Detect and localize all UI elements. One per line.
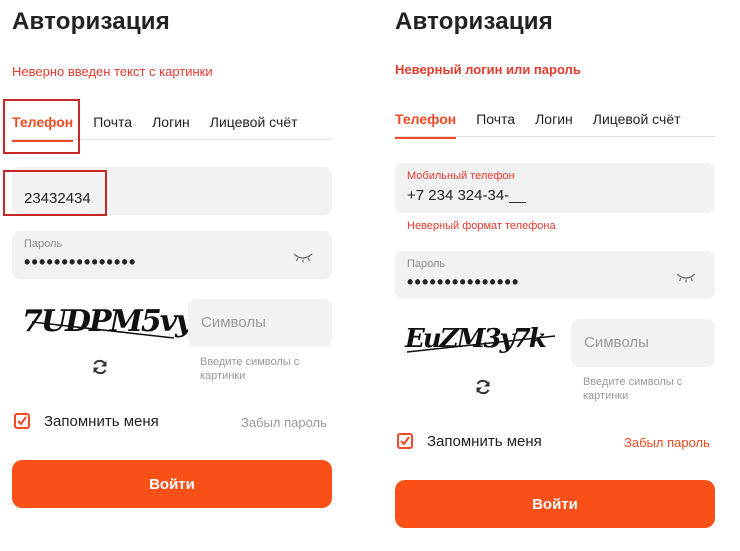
eye-closed-icon[interactable] — [293, 251, 313, 263]
password-input-value: ••••••••••••••• — [24, 252, 137, 272]
submit-button[interactable]: Войти — [12, 460, 332, 508]
captcha-noise-line — [406, 335, 556, 353]
login-error-message: Неверный логин или пароль — [395, 62, 581, 77]
captcha-placeholder: Символы — [584, 334, 649, 351]
login-method-tabs: Телефон Почта Логин Лицевой счёт — [395, 111, 701, 139]
tab-login[interactable]: Логин — [152, 114, 190, 130]
highlight-frame-tab — [3, 99, 80, 154]
checkmark-icon — [17, 416, 27, 426]
checkmark-icon — [400, 436, 410, 446]
captcha-placeholder: Символы — [201, 314, 266, 331]
captcha-hint: Введите символы с картинки — [583, 375, 682, 403]
forgot-password-link[interactable]: Забыл пароль — [624, 435, 710, 450]
remember-me-label: Запомнить меня — [44, 413, 159, 430]
refresh-icon[interactable] — [473, 377, 493, 397]
password-input-value: ••••••••••••••• — [407, 272, 520, 292]
remember-me-label: Запомнить меня — [427, 433, 542, 450]
captcha-hint-line-2: картинки — [200, 370, 246, 382]
remember-checkbox[interactable] — [397, 433, 413, 449]
tab-email[interactable]: Почта — [93, 114, 132, 130]
refresh-icon[interactable] — [90, 357, 110, 377]
login-form-right: Авторизация Неверный логин или пароль Те… — [383, 0, 740, 551]
captcha-error-message: Неверно введен текст с картинки — [12, 64, 213, 79]
password-label: Пароль — [407, 258, 446, 270]
submit-button[interactable]: Войти — [395, 480, 715, 528]
password-label: Пароль — [24, 238, 63, 250]
tab-email[interactable]: Почта — [476, 111, 515, 127]
tab-login[interactable]: Логин — [535, 111, 573, 127]
captcha-hint: Введите символы с картинки — [200, 355, 299, 383]
phone-format-error: Неверный формат телефона — [407, 220, 556, 232]
page-title: Авторизация — [395, 8, 553, 35]
captcha-hint-line-1: Введите символы с — [583, 376, 683, 388]
remember-checkbox[interactable] — [14, 413, 30, 429]
phone-field[interactable]: Мобильный телефон +7 234 324-34-__ — [395, 163, 715, 213]
page-title: Авторизация — [12, 8, 170, 35]
phone-label: Мобильный телефон — [407, 170, 515, 182]
eye-closed-icon[interactable] — [676, 271, 696, 283]
captcha-hint-line-2: картинки — [583, 390, 629, 402]
captcha-hint-line-1: Введите символы с — [200, 356, 300, 368]
password-field[interactable]: Пароль ••••••••••••••• — [12, 231, 332, 279]
tab-account-number[interactable]: Лицевой счёт — [593, 111, 681, 127]
highlight-frame-phone — [3, 170, 107, 216]
captcha-noise-line — [31, 321, 175, 339]
password-field[interactable]: Пароль ••••••••••••••• — [395, 251, 715, 299]
tab-account-number[interactable]: Лицевой счёт — [210, 114, 298, 130]
forgot-password-link[interactable]: Забыл пароль — [241, 415, 327, 430]
captcha-field[interactable]: Символы — [571, 319, 715, 367]
phone-input-value: +7 234 324-34-__ — [407, 187, 526, 204]
tabs-divider — [395, 136, 715, 137]
login-form-left: Авторизация Неверно введен текст с карти… — [0, 0, 345, 551]
captcha-field[interactable]: Символы — [188, 299, 332, 347]
tab-phone[interactable]: Телефон — [395, 111, 457, 139]
